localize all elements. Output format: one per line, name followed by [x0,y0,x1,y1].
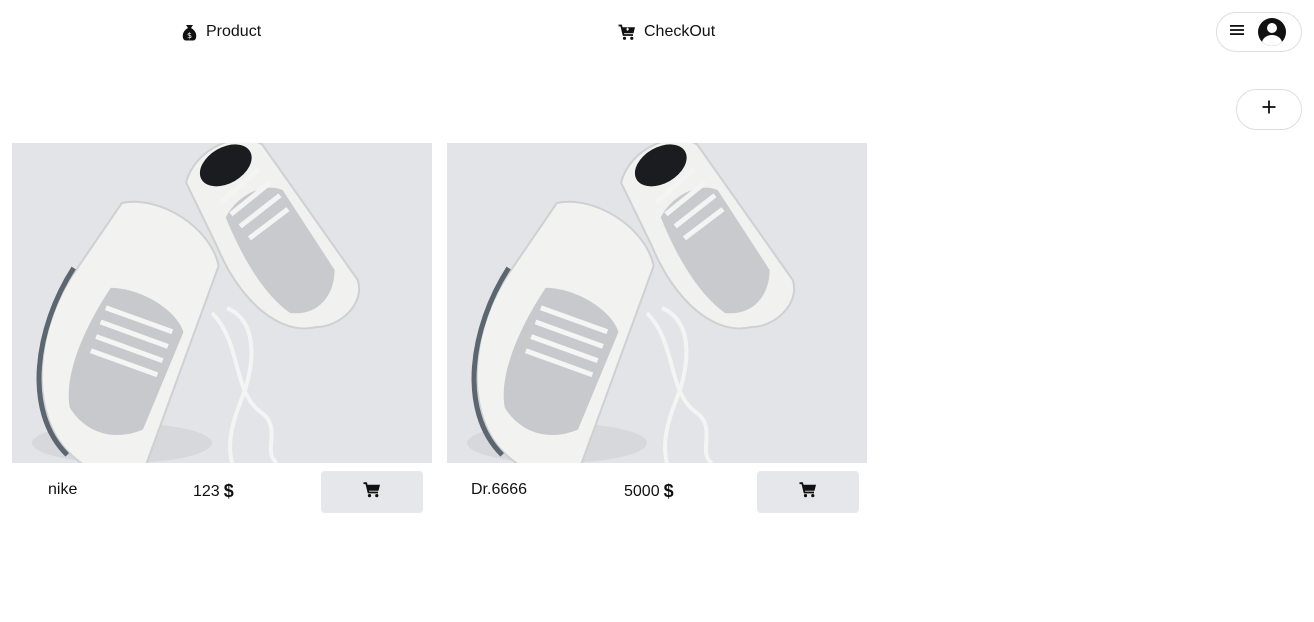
price-value: 123 [193,482,220,500]
nav-product-label: Product [206,23,262,40]
hamburger-icon [1229,23,1245,42]
product-name: Dr.6666 [471,481,528,498]
product-card-footer: Dr.6666 5000 $ [447,463,867,523]
product-price: 5000 $ [624,481,674,502]
currency-symbol: $ [223,481,234,501]
product-card-footer: nike 123 $ [12,463,432,523]
product-image [12,143,432,463]
product-card: nike 123 $ [12,143,432,523]
product-price: 123 $ [193,481,234,502]
product-card: Dr.6666 5000 $ [447,143,867,523]
product-name: nike [48,481,78,498]
user-avatar-icon [1258,18,1286,46]
add-to-cart-button[interactable] [757,471,859,513]
nav-checkout-link[interactable]: CheckOut [618,20,715,44]
cart-icon [618,24,636,41]
money-bag-icon: $ [181,24,198,41]
product-image [447,143,867,463]
nav-product-link[interactable]: $ Product [181,20,261,44]
price-value: 5000 [624,482,660,500]
cart-icon [799,481,817,503]
nav-checkout-label: CheckOut [644,23,716,40]
user-menu-button[interactable] [1216,12,1302,52]
currency-symbol: $ [663,481,674,501]
cart-icon [363,481,381,503]
add-to-cart-button[interactable] [321,471,423,513]
add-product-button[interactable] [1236,89,1302,130]
plus-icon [1262,100,1276,119]
svg-text:$: $ [187,31,192,40]
